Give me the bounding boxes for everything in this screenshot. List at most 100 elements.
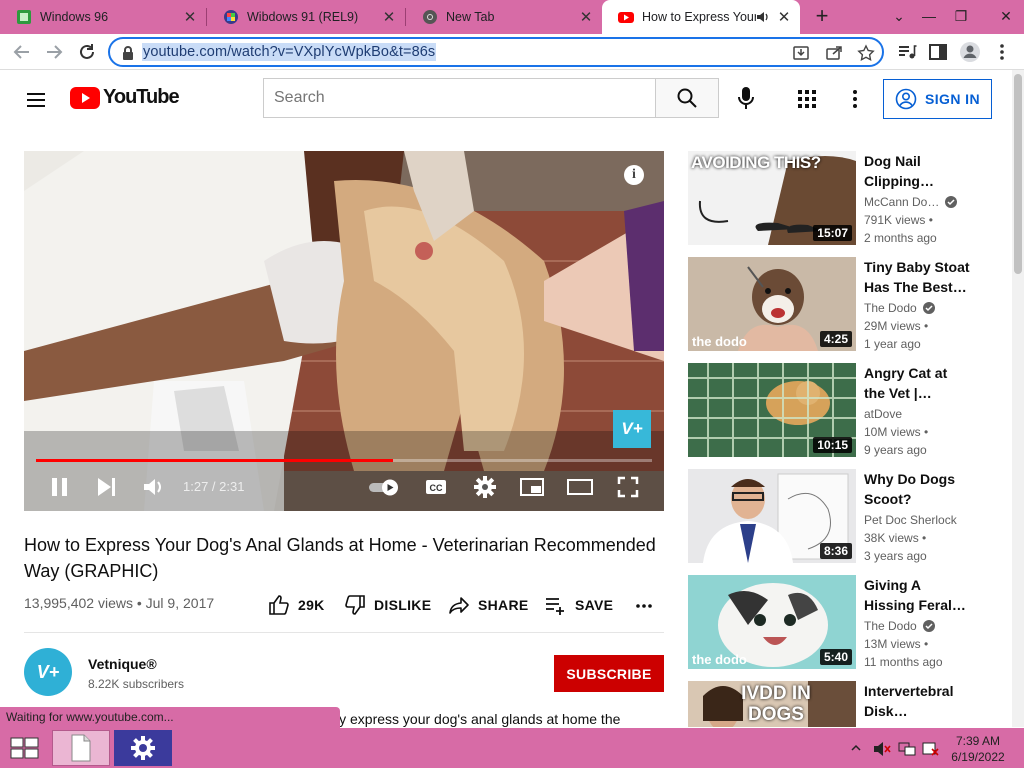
close-tab-icon[interactable]: ✕ — [381, 8, 397, 26]
recommended-video[interactable]: IVDD IN DOGS Intervertebral Disk… — [688, 681, 1008, 727]
video-duration: 15:07 — [813, 225, 852, 241]
tab-wibdows-91[interactable]: Wibdows 91 (REL9) ✕ — [207, 0, 405, 34]
youtube-logo[interactable]: YouTube — [70, 86, 180, 109]
minimize-button[interactable]: — — [913, 0, 945, 34]
new-tab-button[interactable]: + — [810, 5, 834, 29]
close-window-button[interactable]: ✕ — [990, 0, 1022, 34]
address-bar[interactable]: youtube.com/watch?v=VXplYcWpkBo&t=86s — [108, 37, 884, 67]
recommended-title[interactable]: Dog Nail Clipping… — [864, 151, 972, 191]
channel-name: atDove — [864, 407, 903, 421]
taskbar-settings-app[interactable] — [114, 730, 172, 766]
tab-windows-96[interactable]: Windows 96 ✕ — [0, 0, 206, 34]
recommended-channel[interactable]: Pet Doc Sherlock — [864, 513, 957, 527]
subscribe-button[interactable]: SUBSCRIBE — [554, 655, 664, 692]
sign-in-button[interactable]: SIGN IN — [883, 79, 992, 119]
lock-icon[interactable] — [119, 44, 137, 62]
taskbar-file-app[interactable] — [52, 730, 110, 766]
share-page-icon[interactable] — [825, 44, 843, 62]
tab-youtube-video[interactable]: How to Express Your ✕ — [602, 0, 800, 34]
recommended-channel[interactable]: atDove — [864, 407, 902, 421]
recommended-title[interactable]: Giving A Hissing Feral… — [864, 575, 972, 615]
page-scrollbar[interactable] — [1012, 70, 1024, 727]
url-text[interactable]: youtube.com/watch?v=VXplYcWpkBo&t=86s — [142, 43, 437, 61]
closed-captions-icon[interactable]: CC — [424, 475, 448, 499]
start-button-icon[interactable] — [10, 737, 40, 759]
time-display: 1:27 / 2:31 — [183, 479, 245, 494]
bookmark-star-icon[interactable] — [857, 44, 875, 62]
media-controls-icon[interactable] — [895, 40, 919, 64]
video-thumbnail[interactable]: the dodo 5:40 — [688, 575, 856, 669]
recommended-video[interactable]: the dodo 4:25 Tiny Baby Stoat Has The Be… — [688, 257, 1008, 357]
more-actions-button[interactable] — [634, 594, 662, 614]
reload-icon[interactable] — [75, 40, 99, 64]
taskbar-clock[interactable]: 7:39 AM 6/19/2022 — [948, 733, 1008, 765]
volume-muted-icon[interactable] — [873, 741, 891, 757]
video-thumbnail[interactable]: 8:36 — [688, 469, 856, 563]
video-duration: 5:40 — [819, 649, 852, 665]
search-button[interactable] — [655, 78, 719, 118]
recommended-title[interactable]: Intervertebral Disk… — [864, 681, 972, 721]
tab-search-chevron-icon[interactable]: ⌄ — [883, 0, 915, 34]
forward-arrow-icon[interactable] — [42, 40, 66, 64]
recommended-channel[interactable]: The Dodo — [864, 619, 935, 633]
install-app-icon[interactable] — [792, 44, 810, 62]
recommended-video[interactable]: the dodo 5:40 Giving A Hissing Feral… Th… — [688, 575, 1008, 675]
save-button[interactable]: SAVE — [545, 594, 613, 616]
channel-name[interactable]: Vetnique® — [88, 656, 157, 672]
youtube-wordmark: YouTube — [103, 86, 180, 108]
browser-menu-icon[interactable] — [990, 40, 1014, 64]
tray-expand-chevron-icon[interactable] — [851, 744, 861, 752]
progress-bar[interactable] — [36, 459, 652, 462]
next-video-icon[interactable] — [96, 475, 118, 499]
volume-icon[interactable] — [142, 475, 166, 499]
autoplay-toggle-icon[interactable] — [368, 475, 402, 499]
close-tab-icon[interactable]: ✕ — [578, 8, 594, 26]
hamburger-menu-icon[interactable] — [24, 88, 48, 112]
video-description[interactable]: ly express your dog's anal glands at hom… — [336, 711, 620, 727]
video-thumbnail[interactable]: the dodo 4:25 — [688, 257, 856, 351]
recommended-views: 29M views • — [864, 319, 929, 333]
settings-gear-icon[interactable] — [473, 475, 497, 499]
profile-avatar-icon[interactable] — [958, 40, 982, 64]
recommended-title[interactable]: Tiny Baby Stoat Has The Best… — [864, 257, 972, 297]
video-thumbnail[interactable]: AVOIDING THIS? 15:07 — [688, 151, 856, 245]
side-panel-icon[interactable] — [926, 40, 950, 64]
scrollbar-thumb[interactable] — [1014, 74, 1022, 274]
fullscreen-icon[interactable] — [616, 475, 640, 499]
recommended-video[interactable]: 10:15 Angry Cat at the Vet |… atDove 10M… — [688, 363, 1008, 463]
channel-avatar[interactable]: V+ — [24, 648, 72, 696]
back-arrow-icon[interactable] — [10, 40, 34, 64]
tab-new-tab[interactable]: New Tab ✕ — [406, 0, 602, 34]
close-tab-icon[interactable]: ✕ — [182, 8, 198, 26]
video-player[interactable]: i V+ 1:27 / 2:31 CC — [24, 151, 664, 511]
share-button[interactable]: SHARE — [448, 594, 529, 616]
theater-mode-icon[interactable] — [566, 475, 594, 499]
search-input[interactable] — [263, 78, 656, 118]
network-icon[interactable] — [898, 741, 916, 757]
recommended-title[interactable]: Angry Cat at the Vet |… — [864, 363, 972, 403]
video-thumbnail[interactable]: IVDD IN DOGS — [688, 681, 856, 727]
close-tab-icon[interactable]: ✕ — [776, 8, 792, 26]
miniplayer-icon[interactable] — [519, 475, 545, 499]
recommended-video[interactable]: 8:36 Why Do Dogs Scoot? Pet Doc Sherlock… — [688, 469, 1008, 569]
recommended-title[interactable]: Why Do Dogs Scoot? — [864, 469, 972, 509]
pause-icon[interactable] — [50, 475, 70, 499]
channel-name: Pet Doc Sherlock — [864, 513, 957, 527]
recommended-video[interactable]: AVOIDING THIS? 15:07 Dog Nail Clipping… … — [688, 151, 1008, 251]
recommended-channel[interactable]: The Dodo — [864, 301, 935, 315]
microphone-icon[interactable] — [735, 85, 757, 111]
restore-button[interactable]: ❐ — [945, 0, 977, 34]
settings-more-icon[interactable] — [846, 88, 864, 110]
recommended-channel[interactable]: McCann Do… — [864, 195, 958, 209]
channel-watermark[interactable]: V+ — [613, 410, 651, 448]
apps-grid-icon[interactable] — [797, 89, 817, 109]
dislike-button[interactable]: DISLIKE — [344, 594, 431, 616]
dislike-label: DISLIKE — [374, 597, 432, 613]
browser-toolbar: youtube.com/watch?v=VXplYcWpkBo&t=86s — [0, 34, 1024, 70]
info-icon[interactable]: i — [624, 165, 644, 185]
speaker-icon[interactable] — [756, 10, 770, 24]
video-title: How to Express Your Dog's Anal Glands at… — [24, 535, 656, 581]
notification-icon[interactable] — [922, 741, 940, 757]
like-button[interactable]: 29K — [268, 594, 325, 616]
video-thumbnail[interactable]: 10:15 — [688, 363, 856, 457]
